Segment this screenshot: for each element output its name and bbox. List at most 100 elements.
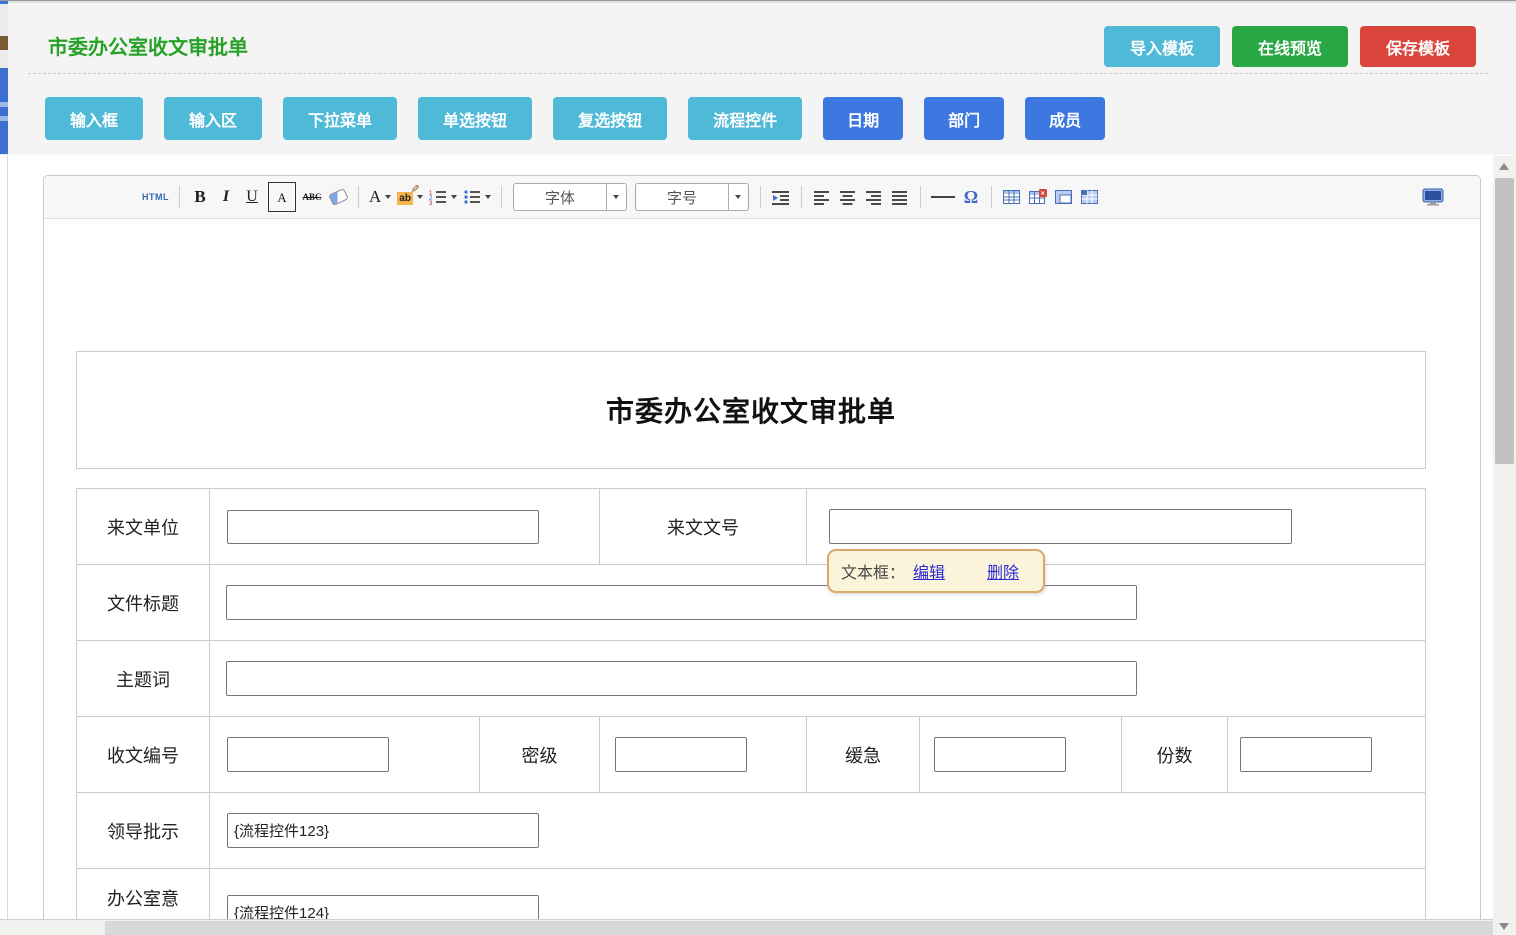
receipt-number-input[interactable] <box>227 737 389 772</box>
input-cell <box>920 717 1122 792</box>
delete-link[interactable]: 删除 <box>987 559 1019 583</box>
align-center-icon[interactable] <box>838 183 858 211</box>
horizontal-rule-icon[interactable] <box>931 183 955 211</box>
label-cell: 份数 <box>1122 717 1228 792</box>
format-block-icon[interactable]: A <box>268 182 296 212</box>
toolbar-separator <box>760 186 761 208</box>
save-template-button[interactable]: 保存模板 <box>1360 26 1476 67</box>
font-color-icon[interactable]: A <box>369 183 391 211</box>
page-title: 市委办公室收文审批单 <box>48 31 248 60</box>
form-title-box: 市委办公室收文审批单 <box>76 351 1426 469</box>
align-right-icon[interactable] <box>864 183 884 211</box>
dropdown-caret-icon <box>417 195 423 199</box>
vertical-scrollbar[interactable] <box>1493 156 1516 935</box>
scroll-down-arrow-icon[interactable] <box>1499 923 1509 930</box>
security-level-input[interactable] <box>615 737 747 772</box>
leader-instruction-input[interactable] <box>227 813 539 848</box>
toolbar-separator <box>358 186 359 208</box>
add-dropdown-button[interactable]: 下拉菜单 <box>283 97 397 140</box>
dropdown-caret-icon <box>451 195 457 199</box>
input-cell <box>1228 717 1425 792</box>
dropdown-caret-icon <box>613 195 619 199</box>
combo-arrow-button[interactable] <box>606 184 626 210</box>
svg-text:3: 3 <box>429 201 433 205</box>
label-cell: 缓急 <box>807 717 920 792</box>
toolbar-separator <box>179 186 180 208</box>
input-cell <box>210 641 1425 716</box>
page-header: 市委办公室收文审批单 导入模板 在线预览 保存模板 输入框 输入区 下拉菜单 单… <box>8 1 1516 155</box>
form-table: 来文单位 来文文号 文件标题 主题词 <box>76 488 1426 935</box>
special-character-icon[interactable]: Ω <box>961 183 981 211</box>
remove-format-eraser-icon[interactable] <box>328 183 348 211</box>
urgency-input[interactable] <box>934 737 1066 772</box>
table-row: 收文编号 密级 缓急 份数 <box>77 717 1425 793</box>
scroll-up-arrow-icon[interactable] <box>1499 163 1509 170</box>
italic-icon[interactable]: I <box>216 183 236 211</box>
table-properties-icon[interactable] <box>1054 183 1074 211</box>
background-window-edge-icon <box>0 36 8 50</box>
ordered-list-icon[interactable]: 1 2 3 <box>429 183 457 211</box>
dropdown-caret-icon <box>735 195 741 199</box>
control-tooltip: 文本框： 编辑 删除 <box>827 549 1045 593</box>
underline-icon[interactable]: U <box>242 183 262 211</box>
highlight-color-icon[interactable]: ab✎ <box>397 183 423 211</box>
cell-properties-icon[interactable] <box>1080 183 1100 211</box>
editor-panel: HTML B I U A ABC A ab✎ 1 2 3 <box>43 175 1481 935</box>
add-flow-control-button[interactable]: 流程控件 <box>688 97 802 140</box>
preview-online-button[interactable]: 在线预览 <box>1232 26 1348 67</box>
add-radio-button[interactable]: 单选按钮 <box>418 97 532 140</box>
unordered-list-icon[interactable] <box>463 183 491 211</box>
align-justify-icon[interactable] <box>890 183 910 211</box>
label-cell: 来文单位 <box>77 489 210 564</box>
table-row: 文件标题 <box>77 565 1425 641</box>
table-row: 来文单位 来文文号 <box>77 489 1425 565</box>
toolbar-separator <box>501 186 502 208</box>
add-checkbox-button[interactable]: 复选按钮 <box>553 97 667 140</box>
background-window-edge-blue <box>0 68 8 154</box>
align-left-icon[interactable] <box>812 183 832 211</box>
source-unit-input[interactable] <box>227 510 539 544</box>
import-template-button[interactable]: 导入模板 <box>1104 26 1220 67</box>
tooltip-label: 文本框： <box>841 559 905 583</box>
delete-table-icon[interactable]: × <box>1028 183 1048 211</box>
font-family-select[interactable]: 字体 <box>513 183 627 211</box>
input-cell <box>210 565 1425 640</box>
fullscreen-icon[interactable] <box>1422 183 1444 211</box>
table-row: 主题词 <box>77 641 1425 717</box>
combo-arrow-button[interactable] <box>728 184 748 210</box>
label-cell: 文件标题 <box>77 565 210 640</box>
horizontal-scrollbar-thumb[interactable] <box>105 921 1493 935</box>
add-input-box-button[interactable]: 输入框 <box>45 97 143 140</box>
copies-input[interactable] <box>1240 737 1372 772</box>
add-member-button[interactable]: 成员 <box>1025 97 1105 140</box>
html-source-icon[interactable]: HTML <box>142 183 169 211</box>
add-textarea-button[interactable]: 输入区 <box>164 97 262 140</box>
horizontal-scrollbar[interactable] <box>0 919 1493 935</box>
indent-icon[interactable] <box>771 183 791 211</box>
vertical-scrollbar-thumb[interactable] <box>1495 178 1514 464</box>
field-button-row: 输入框 输入区 下拉菜单 单选按钮 复选按钮 流程控件 日期 部门 成员 <box>45 97 1105 140</box>
editor-content[interactable]: 市委办公室收文审批单 来文单位 来文文号 文件标题 <box>44 219 1480 935</box>
input-cell <box>210 717 480 792</box>
insert-table-icon[interactable] <box>1002 183 1022 211</box>
add-date-button[interactable]: 日期 <box>823 97 903 140</box>
add-department-button[interactable]: 部门 <box>924 97 1004 140</box>
dropdown-caret-icon <box>485 195 491 199</box>
form-title: 市委办公室收文审批单 <box>606 390 896 430</box>
label-cell: 收文编号 <box>77 717 210 792</box>
label-cell: 来文文号 <box>600 489 807 564</box>
edit-link[interactable]: 编辑 <box>913 559 945 583</box>
dropdown-caret-icon <box>385 195 391 199</box>
toolbar-separator <box>801 186 802 208</box>
table-row: 领导批示 <box>77 793 1425 869</box>
font-size-select[interactable]: 字号 <box>635 183 749 211</box>
svg-text:×: × <box>1041 191 1045 198</box>
strikethrough-icon[interactable]: ABC <box>302 183 322 211</box>
label-cell: 密级 <box>480 717 600 792</box>
label-cell: 领导批示 <box>77 793 210 868</box>
bold-icon[interactable]: B <box>190 183 210 211</box>
source-doc-number-input[interactable] <box>829 509 1292 544</box>
input-cell <box>210 489 600 564</box>
subject-words-input[interactable] <box>226 661 1137 696</box>
toolbar-separator <box>920 186 921 208</box>
